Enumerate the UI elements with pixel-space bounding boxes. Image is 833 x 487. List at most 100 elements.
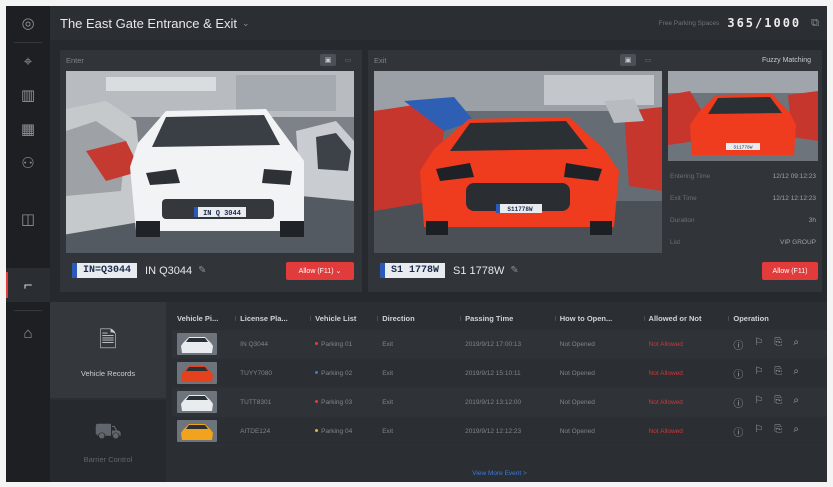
table-row[interactable]: TUYY7080 Parking 02 Exit 2019/9/12 15:10:11… (172, 359, 827, 388)
operation-cell: ⓘ ⚐ ⎘ ⌕ (728, 424, 827, 439)
table-header: Vehicle Pi... License Pla... Vehicle Lis… (172, 306, 827, 330)
table-body: IN Q3044 Parking 01 Exit 2019/9/12 17:00:13… (172, 330, 827, 446)
exit-plate-row: S1 1778W S1 1778W ✎ (380, 263, 519, 278)
search-icon[interactable]: ⌕ (793, 366, 799, 381)
column-header[interactable]: License Pla... (235, 314, 310, 323)
vehicle-records-table: Vehicle Pi... License Pla... Vehicle Lis… (172, 306, 827, 477)
tab-vehicle-records[interactable]: 🗎 Vehicle Records (50, 302, 166, 398)
time-cell: 2019/9/12 13:12:00 (465, 398, 522, 406)
flag-icon[interactable]: ⚐ (754, 395, 763, 410)
layout-icon[interactable]: ▥ (6, 78, 50, 112)
vehicle-thumbnail-cell (172, 333, 235, 355)
exit-label: Exit (374, 55, 387, 65)
column-header[interactable]: How to Open... (554, 314, 644, 323)
video-icon[interactable]: ▭ (640, 54, 656, 66)
enter-label: Enter (66, 55, 84, 65)
flag-icon[interactable]: ⚐ (754, 337, 763, 352)
column-header[interactable]: Direction (377, 314, 460, 323)
list-cell: Parking 03 (310, 399, 377, 406)
list-cell: Parking 04 (310, 428, 377, 435)
popout-icon[interactable]: ⧉ (811, 17, 819, 30)
search-icon[interactable]: ⌕ (793, 395, 799, 410)
table-row[interactable]: TUTT8301 Parking 03 Exit 2019/9/12 13:12:00… (172, 388, 827, 417)
flag-icon[interactable]: ⚐ (754, 424, 763, 439)
export-icon[interactable]: ⎘ (774, 337, 782, 352)
column-header[interactable]: Passing Time (460, 314, 555, 323)
info-row: Exit Time 12/12 12:12:23 (664, 187, 822, 209)
tab-label: Vehicle Records (80, 368, 136, 378)
info-icon[interactable]: ⓘ (733, 366, 743, 381)
operation-cell: ⓘ ⚐ ⎘ ⌕ (728, 337, 827, 352)
rail-divider (14, 42, 42, 43)
table-row[interactable]: IN Q3044 Parking 01 Exit 2019/9/12 17:00:13… (172, 330, 827, 359)
page-title[interactable]: The East Gate Entrance & Exit (60, 16, 237, 31)
view-more-link[interactable]: View More Event > (172, 470, 827, 477)
free-parking-label: Free Parking Spaces (658, 19, 720, 27)
column-header[interactable]: Vehicle Pi... (172, 314, 235, 323)
plate-cell: TUYY7080 (240, 369, 272, 377)
allowed-status-cell: Not Allowed (648, 369, 683, 377)
time-cell: 2019/9/12 15:10:11 (465, 369, 521, 377)
column-header[interactable]: Allowed or Not (643, 314, 729, 323)
vehicle-thumbnail[interactable] (177, 420, 217, 442)
info-row: Entering Time 12/12 09:12:23 (664, 165, 822, 187)
flag-icon[interactable]: ⚐ (754, 366, 763, 381)
top-header: The East Gate Entrance & Exit ⌄ Free Par… (50, 6, 827, 40)
plate-cell: AITDE124 (240, 427, 271, 435)
list-cell: Parking 02 (310, 370, 377, 377)
snapshot-icon[interactable]: ▣ (320, 54, 336, 66)
parking-app-window: ◎ ⌖ ▥ ▦ ⚇ ◫ ⌐ ⌂ The East Gate Entrance &… (6, 6, 827, 482)
snapshot-icon[interactable]: ▣ (620, 54, 636, 66)
barrier-icon[interactable]: ⌐ (6, 268, 50, 302)
list-dot (315, 342, 319, 346)
vehicle-thumbnail[interactable] (177, 391, 217, 413)
exit-allow-button[interactable]: Allow (F11) (762, 262, 818, 280)
export-icon[interactable]: ⎘ (774, 366, 782, 381)
list-cell: Parking 01 (310, 341, 377, 348)
open-method-cell: Not Opened (559, 369, 595, 377)
enter-panel: Enter ▣ ▭ IN Q 3044 IN=Q3044 IN Q3044 ✎ … (60, 50, 362, 292)
export-icon[interactable]: ⎘ (774, 424, 782, 439)
vehicle-thumbnail-cell (172, 362, 235, 384)
list-dot (315, 400, 319, 404)
info-value: 12/12 12:12:23 (772, 194, 816, 202)
grid-icon[interactable]: ▦ (6, 112, 50, 146)
vehicle-thumbnail-cell (172, 420, 235, 442)
info-icon[interactable]: ⓘ (733, 424, 743, 439)
info-icon[interactable]: ⓘ (733, 395, 743, 410)
column-header[interactable]: Vehicle List (310, 314, 377, 323)
exit-camera-view: S11778W (374, 71, 662, 253)
operation-cell: ⓘ ⚐ ⎘ ⌕ (728, 395, 827, 410)
allowed-status-cell: Not Allowed (648, 427, 683, 435)
column-header[interactable]: Operation (728, 314, 827, 323)
open-method-cell: Not Opened (559, 398, 595, 406)
exit-entry-thumbnail: S11778W (668, 71, 818, 161)
enter-allow-button[interactable]: Allow (F11) ⌄ (286, 262, 354, 280)
plate-cell: TUTT8301 (240, 398, 272, 406)
vehicle-thumbnail[interactable] (177, 362, 217, 384)
free-parking-counter: 365/1000 (727, 16, 802, 30)
fuzzy-matching-button[interactable]: Fuzzy Matching (757, 55, 816, 66)
globe-icon[interactable]: ◎ (6, 6, 50, 40)
search-icon[interactable]: ⌕ (793, 337, 799, 352)
video-icon[interactable]: ▭ (340, 54, 356, 66)
door-icon[interactable]: ◫ (6, 202, 50, 236)
enter-plate-text: IN Q3044 (145, 264, 193, 277)
person-icon[interactable]: ⚇ (6, 146, 50, 180)
table-row[interactable]: AITDE124 Parking 04 Exit 2019/9/12 12:12:23… (172, 417, 827, 446)
search-icon[interactable]: ⌕ (793, 424, 799, 439)
tab-barrier-control[interactable]: ⛟ Barrier Control (50, 400, 166, 482)
info-key: Duration (670, 216, 695, 224)
list-name: Parking 04 (321, 427, 353, 435)
exit-panel: Exit ▣ ▭ Fuzzy Matching S11778W S11778W … (368, 50, 822, 292)
chevron-down-icon[interactable]: ⌄ (242, 18, 250, 29)
export-icon[interactable]: ⎘ (774, 395, 782, 410)
alarm-icon[interactable]: ⌂ (6, 316, 50, 350)
edit-icon[interactable]: ✎ (198, 265, 206, 276)
info-icon[interactable]: ⓘ (733, 337, 743, 352)
face-scan-icon[interactable]: ⌖ (6, 44, 50, 78)
vehicle-thumbnail[interactable] (177, 333, 217, 355)
direction-cell: Exit (382, 398, 394, 406)
edit-icon[interactable]: ✎ (510, 265, 518, 276)
exit-plate-image: S1 1778W (380, 263, 446, 278)
